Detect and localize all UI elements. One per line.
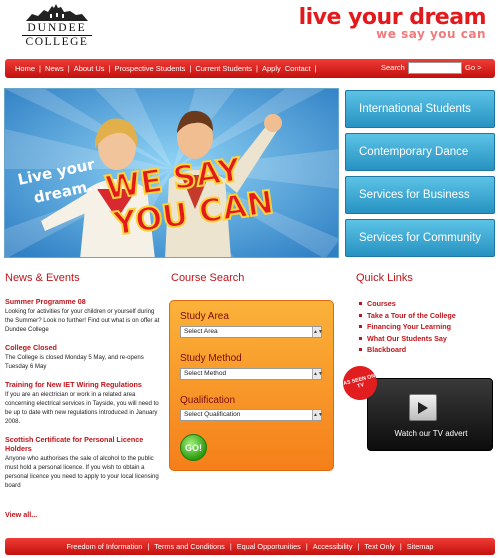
promo-services-for-business[interactable]: Services for Business [345, 176, 495, 214]
quick-link-courses[interactable]: Courses [359, 298, 456, 310]
study-area-label: Study Area [180, 311, 229, 322]
promo-services-for-community[interactable]: Services for Community [345, 219, 495, 257]
quick-link-tour[interactable]: Take a Tour of the College [359, 310, 456, 322]
nav-prospective-students[interactable]: Prospective Students [115, 64, 186, 73]
search-input[interactable] [408, 62, 462, 74]
quick-link-financing[interactable]: Financing Your Learning [359, 321, 456, 333]
hero-banner[interactable]: Live your dream... WE SAY YOU CAN [4, 88, 339, 258]
news-item: Scottish Certificate for Personal Licenc… [5, 435, 163, 490]
footer-separator: | [229, 542, 232, 551]
quick-link-blackboard[interactable]: Blackboard [359, 344, 456, 356]
quick-links-list: Courses Take a Tour of the College Finan… [359, 298, 456, 356]
footer-separator: | [147, 542, 150, 551]
logo-text-bottom: COLLEGE [22, 35, 92, 49]
tv-advert-player[interactable]: Watch our TV advert [367, 378, 493, 451]
header: DUNDEE COLLEGE live your dream we say yo… [0, 0, 500, 58]
study-method-value: Select Method [184, 370, 227, 377]
news-item-title[interactable]: Scottish Certificate for Personal Licenc… [5, 435, 163, 453]
top-navigation: Home | News | About Us | Prospective Stu… [5, 59, 495, 78]
news-item: Summer Programme 08 Looking for activiti… [5, 297, 163, 334]
nav-home[interactable]: Home [15, 64, 35, 73]
select-arrow-icon: ▲▼ [312, 369, 323, 379]
quick-links-heading: Quick Links [356, 272, 413, 284]
qualification-value: Select Qualification [184, 411, 241, 418]
news-view-all-link[interactable]: View all... [5, 510, 37, 519]
nav-separator: | [314, 64, 317, 73]
tv-advert-label: Watch our TV advert [394, 429, 468, 438]
news-item: College Closed The College is closed Mon… [5, 343, 163, 371]
tagline: live your dream we say you can [299, 6, 487, 41]
footer-link-equal-opportunities[interactable]: Equal Opportunities [237, 542, 301, 551]
college-logo[interactable]: DUNDEE COLLEGE [22, 2, 92, 56]
footer-link-foi[interactable]: Freedom of Information [67, 542, 143, 551]
footer-separator: | [399, 542, 402, 551]
nav-current-students[interactable]: Current Students [195, 64, 252, 73]
quick-link-students-say[interactable]: What Our Students Say [359, 333, 456, 345]
nav-about-us[interactable]: About Us [74, 64, 105, 73]
news-item-body: The College is closed Monday 5 May, and … [5, 354, 144, 370]
course-search-go-button[interactable]: GO! [180, 434, 207, 461]
nav-apply[interactable]: Apply [262, 64, 281, 73]
select-arrow-icon: ▲▼ [312, 327, 323, 337]
footer-link-terms[interactable]: Terms and Conditions [154, 542, 225, 551]
course-search-heading: Course Search [171, 272, 245, 284]
study-method-label: Study Method [180, 353, 242, 364]
news-item-title[interactable]: Summer Programme 08 [5, 297, 163, 306]
study-area-value: Select Area [184, 328, 218, 335]
nav-contact[interactable]: Contact [285, 64, 311, 73]
news-list: Summer Programme 08 Looking for activiti… [5, 297, 163, 490]
nav-separator: | [256, 64, 258, 73]
hero-illustration: Live your dream... WE SAY YOU CAN [5, 89, 338, 257]
nav-separator: | [108, 64, 111, 73]
promo-international-students[interactable]: International Students [345, 90, 495, 128]
logo-text-top: DUNDEE [27, 22, 87, 34]
news-item-title[interactable]: College Closed [5, 343, 163, 352]
footer-link-accessibility[interactable]: Accessibility [313, 542, 353, 551]
study-area-select[interactable]: Select Area ▲▼ [180, 326, 323, 338]
nav-separator: | [39, 64, 41, 73]
top-nav-links: Home | News | About Us | Prospective Stu… [15, 59, 321, 78]
search-go-button[interactable]: Go > [465, 63, 481, 72]
play-icon[interactable] [409, 394, 437, 421]
course-search-form: Study Area Select Area ▲▼ Study Method S… [169, 300, 334, 471]
nav-separator: | [67, 64, 70, 73]
search-label: Search [381, 63, 405, 72]
footer-separator: | [305, 542, 308, 551]
news-item-body: If you are an electrician or work in a r… [5, 391, 159, 425]
news-heading: News & Events [5, 272, 80, 284]
castle-icon [26, 4, 88, 21]
promo-contemporary-dance[interactable]: Contemporary Dance [345, 133, 495, 171]
select-arrow-icon: ▲▼ [312, 410, 323, 420]
qualification-select[interactable]: Select Qualification ▲▼ [180, 409, 323, 421]
news-item-body: Looking for activities for your children… [5, 308, 160, 333]
news-item-body: Anyone who authorises the sale of alcoho… [5, 455, 159, 489]
footer-link-sitemap[interactable]: Sitemap [407, 542, 434, 551]
qualification-label: Qualification [180, 395, 236, 406]
play-triangle-icon [418, 401, 428, 414]
footer-separator: | [357, 542, 360, 551]
news-item: Training for New IET Wiring Regulations … [5, 380, 163, 426]
news-item-title[interactable]: Training for New IET Wiring Regulations [5, 380, 163, 389]
nav-news[interactable]: News [45, 64, 64, 73]
footer-link-text-only[interactable]: Text Only [364, 542, 394, 551]
footer-navigation: Freedom of Information | Terms and Condi… [5, 538, 495, 555]
nav-separator: | [189, 64, 192, 73]
study-method-select[interactable]: Select Method ▲▼ [180, 368, 323, 380]
